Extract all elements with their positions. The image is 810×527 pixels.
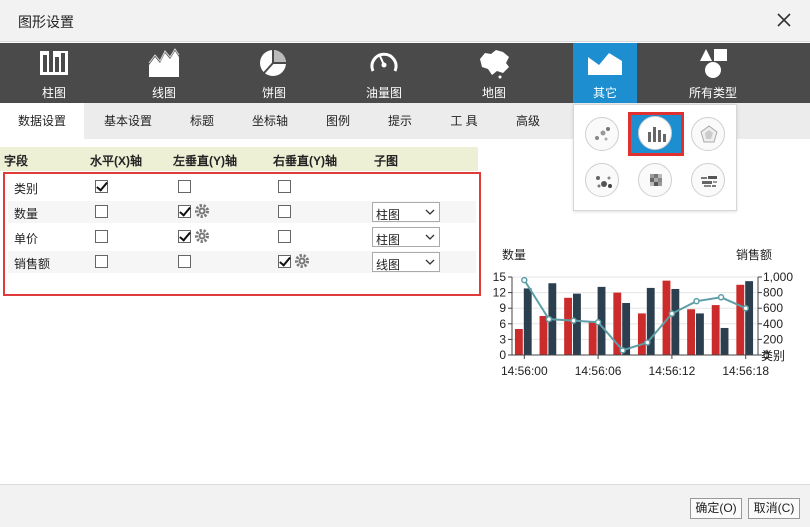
- bar-unit-price: [671, 288, 680, 355]
- tab-advanced[interactable]: 高级: [502, 103, 554, 139]
- column-chart-icon: [40, 51, 68, 75]
- bar-quantity: [637, 313, 646, 355]
- cancel-button[interactable]: 取消(C): [748, 498, 800, 519]
- line-point: [668, 310, 676, 317]
- pie-chart-icon: [260, 50, 286, 76]
- all-types-icon: [700, 49, 727, 78]
- header-right-y-axis: 右垂直(Y)轴: [273, 154, 337, 168]
- chart-type-gauge[interactable]: 油量图: [349, 43, 419, 103]
- line-point: [644, 339, 651, 346]
- left-tick-label: 0: [499, 348, 506, 362]
- field-table-header: 字段 水平(X)轴 左垂直(Y)轴 右垂直(Y)轴 子图: [0, 147, 478, 171]
- scatter-icon[interactable]: [585, 117, 619, 151]
- tab-axis[interactable]: 坐标轴: [240, 103, 300, 139]
- chart-type-map[interactable]: 地图: [459, 43, 529, 103]
- left-tick-label: 12: [493, 286, 507, 300]
- x-tick-label: 14:56:00: [501, 364, 548, 378]
- chart-subtype-popup: [573, 104, 737, 211]
- map-icon: [480, 50, 509, 79]
- right-tick-label: 200: [763, 332, 783, 346]
- chart-type-line[interactable]: 线图: [129, 43, 199, 103]
- tab-tools[interactable]: 工 具: [438, 103, 490, 139]
- chart-type-other[interactable]: 其它: [573, 43, 637, 103]
- other-chart-icon: [588, 53, 622, 75]
- line-chart-icon: [148, 48, 180, 77]
- heatmap-icon[interactable]: [638, 163, 672, 197]
- dialog-footer: 确定(O) 取消(C): [0, 484, 810, 527]
- x-tick-label: 14:56:06: [575, 364, 622, 378]
- line-point: [594, 318, 602, 326]
- close-icon[interactable]: [774, 10, 794, 30]
- x-tick-label: 14:56:12: [649, 364, 696, 378]
- x-tick-label: 14:56:18: [722, 364, 769, 378]
- line-point: [742, 304, 749, 312]
- gauge-icon: [370, 52, 398, 72]
- bar-quantity: [687, 309, 696, 355]
- header-x-axis: 水平(X)轴: [90, 154, 142, 168]
- left-tick-label: 15: [493, 270, 507, 284]
- chart-type-bar: 柱图 线图 饼图 油量图 地图 其它 所有类型: [0, 43, 810, 103]
- tab-title[interactable]: 标题: [176, 103, 228, 139]
- right-tick-label: 400: [763, 317, 783, 331]
- line-point: [521, 276, 528, 284]
- bar-quantity: [736, 284, 745, 355]
- dialog-title: 图形设置: [18, 14, 74, 30]
- line-point: [693, 297, 700, 305]
- bar-unit-price: [523, 288, 532, 355]
- bar-unit-price: [745, 281, 754, 355]
- left-tick-label: 6: [499, 317, 506, 331]
- bar-unit-price: [720, 327, 729, 355]
- line-point: [717, 294, 725, 301]
- bar-quantity: [539, 316, 548, 355]
- tab-legend[interactable]: 图例: [312, 103, 364, 139]
- right-tick-label: 800: [763, 286, 783, 300]
- right-axis-title: 销售额: [736, 247, 772, 262]
- ok-button[interactable]: 确定(O): [690, 498, 742, 519]
- tab-data-settings[interactable]: 数据设置: [0, 103, 84, 139]
- x-axis-title: 类别: [761, 349, 785, 363]
- bar-quantity: [711, 305, 720, 355]
- bar-quantity: [564, 297, 573, 355]
- chart-type-column[interactable]: 柱图: [19, 43, 89, 103]
- line-point: [619, 347, 626, 354]
- bubble-icon[interactable]: [585, 163, 619, 197]
- tab-tooltip[interactable]: 提示: [374, 103, 426, 139]
- bar-quantity: [588, 321, 597, 355]
- bar-unit-price: [573, 293, 581, 355]
- word-cloud-icon[interactable]: [691, 163, 725, 197]
- tab-basic-settings[interactable]: 基本设置: [92, 103, 164, 139]
- right-tick-label: 600: [763, 301, 783, 315]
- preview-chart: 数量 销售额 0369121502004006008001,00014:56:0…: [493, 247, 794, 378]
- right-tick-label: 1,000: [763, 270, 793, 284]
- line-point: [545, 315, 553, 323]
- dialog-title-bar: 图形设置: [0, 0, 810, 42]
- chart-type-all[interactable]: 所有类型: [678, 43, 748, 103]
- radar-icon[interactable]: [691, 117, 725, 151]
- header-left-y-axis: 左垂直(Y)轴: [173, 154, 237, 168]
- bar-quantity: [514, 329, 523, 355]
- left-tick-label: 3: [499, 332, 506, 346]
- column-line-combo-icon[interactable]: [638, 116, 672, 150]
- bar-unit-price: [696, 313, 704, 355]
- line-point: [570, 317, 577, 324]
- left-tick-label: 9: [499, 301, 506, 315]
- chart-type-pie[interactable]: 饼图: [239, 43, 309, 103]
- header-field: 字段: [4, 154, 29, 168]
- left-axis-title: 数量: [502, 247, 526, 262]
- header-subchart: 子图: [374, 154, 399, 168]
- field-table-highlight: [3, 172, 481, 296]
